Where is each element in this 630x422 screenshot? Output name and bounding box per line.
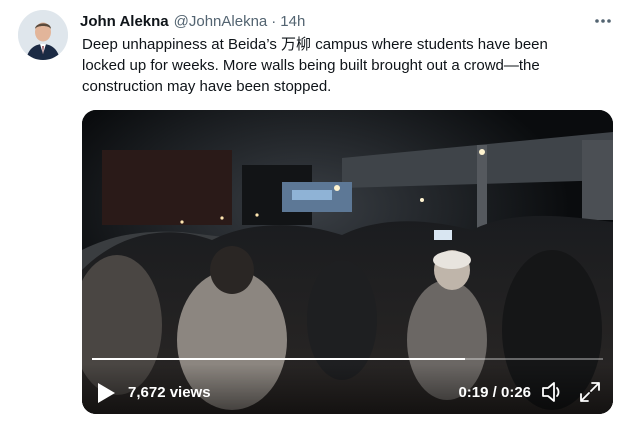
view-count: 7,672 views	[128, 384, 211, 401]
fullscreen-icon[interactable]	[579, 381, 601, 403]
tweet-header: John Alekna @JohnAlekna · 14h	[80, 11, 610, 31]
tweet-timestamp[interactable]: 14h	[280, 13, 305, 30]
play-icon[interactable]	[96, 382, 116, 404]
author-name[interactable]: John Alekna	[80, 13, 169, 30]
author-handle[interactable]: @JohnAlekna	[174, 13, 268, 30]
volume-muted-icon[interactable]	[541, 381, 565, 403]
separator-dot: ·	[271, 12, 277, 30]
video-timecode: 0:19 / 0:26	[458, 384, 531, 401]
avatar[interactable]	[18, 10, 68, 60]
video-progress-bar[interactable]	[92, 358, 603, 360]
tweet-text: Deep unhappiness at Beida’s 万柳 campus wh…	[82, 36, 548, 95]
video-progress-fill	[92, 358, 466, 360]
more-horizontal-icon[interactable]	[592, 11, 614, 31]
video-player[interactable]: 7,672 views 0:19 / 0:26	[82, 110, 613, 414]
